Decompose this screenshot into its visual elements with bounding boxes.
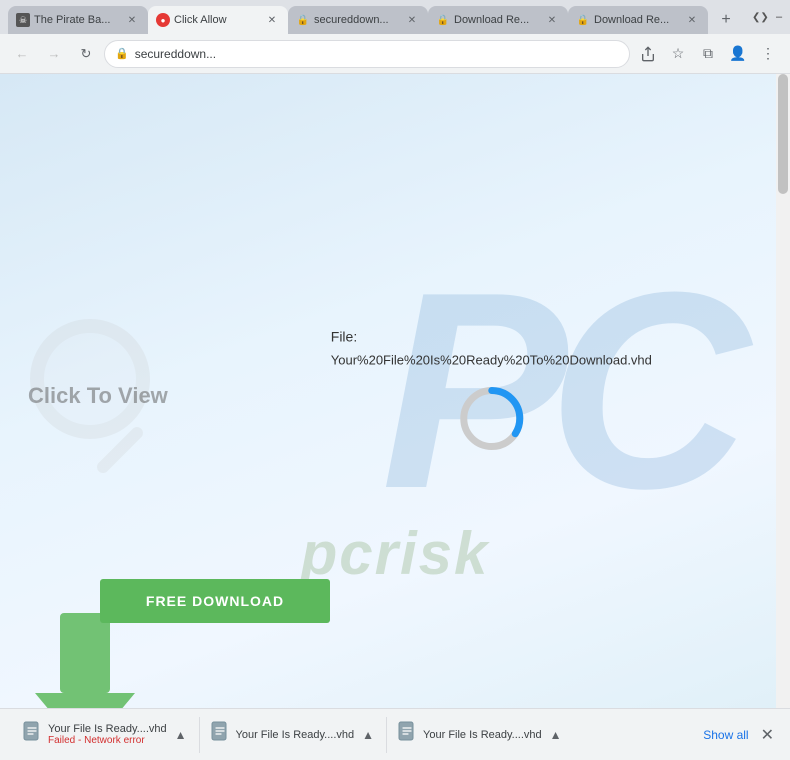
tab-favicon-dl2: 🔒 [576,13,590,27]
download-file-icon-2 [210,721,230,749]
watermark-bottom-pcrisk: pcrisk [0,519,790,588]
tab-favicon-red: ● [156,13,170,27]
tab-secured[interactable]: 🔒 secureddown... ✕ [288,6,428,34]
forward-button[interactable]: → [40,40,68,68]
tab-close-dl1[interactable]: ✕ [544,12,560,28]
minimize-button[interactable]: – [766,8,790,26]
back-button[interactable]: ← [8,40,36,68]
title-bar: ☠ The Pirate Ba... ✕ ● Click Allow ✕ 🔒 s… [0,0,790,34]
extensions-icon[interactable]: ⧉ [694,40,722,68]
tab-favicon-dl1: 🔒 [436,13,450,27]
arrow-head [35,693,135,708]
file-info-area: File: Your%20File%20Is%20Ready%20To%20Do… [331,329,652,454]
download-item-1: Your File Is Ready....vhd Failed - Netwo… [12,717,200,753]
download-expand-2[interactable]: ▲ [360,726,376,744]
tab-favicon-secured: 🔒 [296,13,310,27]
arrow-body [60,613,110,693]
download-bar: Your File Is Ready....vhd Failed - Netwo… [0,708,790,760]
show-all-button[interactable]: Show all [695,728,756,742]
tab-close-dl2[interactable]: ✕ [684,12,700,28]
download-expand-1[interactable]: ▲ [173,726,189,744]
url-bar[interactable]: 🔒 secureddown... [104,40,630,68]
scrollbar[interactable] [776,74,790,708]
bookmark-icon[interactable]: ☆ [664,40,692,68]
free-download-button[interactable]: FREE DOWNLOAD [100,579,330,623]
tab-download2[interactable]: 🔒 Download Re... ✕ [568,6,708,34]
download-item-info-2: Your File Is Ready....vhd [236,729,355,741]
click-to-view-text: Click To View [28,383,168,409]
file-name: Your%20File%20Is%20Ready%20To%20Download… [331,353,652,368]
download-file-icon-1 [22,721,42,749]
download-item-info-1: Your File Is Ready....vhd Failed - Netwo… [48,723,167,746]
lock-icon: 🔒 [115,47,129,60]
profile-icon[interactable]: 👤 [724,40,752,68]
reload-button[interactable]: ↻ [72,40,100,68]
tab-close-click-allow[interactable]: ✕ [264,12,280,28]
magnifier-handle [95,425,146,476]
download-item-2: Your File Is Ready....vhd ▲ [200,717,388,753]
download-item-info-3: Your File Is Ready....vhd [423,729,542,741]
tab-pirate-bay[interactable]: ☠ The Pirate Ba... ✕ [8,6,148,34]
tab-label-click-allow: Click Allow [174,14,260,26]
new-tab-button[interactable]: + [712,6,740,34]
download-item-3: Your File Is Ready....vhd ▲ [387,717,574,753]
page-content: PC pcrisk Click To View File: Your%20Fil… [0,74,790,708]
tab-label-dl1: Download Re... [454,14,540,26]
tabs-area: ☠ The Pirate Ba... ✕ ● Click Allow ✕ 🔒 s… [8,0,740,34]
menu-icon[interactable]: ⋮ [754,40,782,68]
toolbar-icons: ☆ ⧉ 👤 ⋮ [634,40,782,68]
tab-close-pirate[interactable]: ✕ [124,12,140,28]
tab-click-allow[interactable]: ● Click Allow ✕ [148,6,288,34]
scrollbar-thumb[interactable] [778,74,788,194]
watermark-magnifier [30,319,150,439]
tab-download1[interactable]: 🔒 Download Re... ✕ [428,6,568,34]
download-item-name-3: Your File Is Ready....vhd [423,729,542,741]
loading-spinner [456,384,526,454]
collapse-icon[interactable]: ❮❯ [748,10,762,24]
tab-close-secured[interactable]: ✕ [404,12,420,28]
download-file-icon-3 [397,721,417,749]
tab-label-dl2: Download Re... [594,14,680,26]
url-text: secureddown... [135,47,619,61]
browser-window: ☠ The Pirate Ba... ✕ ● Click Allow ✕ 🔒 s… [0,0,790,760]
tab-label-secured: secureddown... [314,14,400,26]
download-item-status-1: Failed - Network error [48,735,167,746]
spinner-container [456,384,526,454]
download-expand-3[interactable]: ▲ [548,726,564,744]
close-download-bar-button[interactable]: ✕ [757,721,778,749]
tab-favicon-pirate: ☠ [16,13,30,27]
download-item-name-2: Your File Is Ready....vhd [236,729,355,741]
address-bar: ← → ↻ 🔒 secureddown... ☆ ⧉ 👤 ⋮ [0,34,790,74]
download-item-name-1: Your File Is Ready....vhd [48,723,167,735]
share-icon[interactable] [634,40,662,68]
tab-label-pirate: The Pirate Ba... [34,14,120,26]
magnifier-circle [30,319,150,439]
file-label: File: [331,329,357,345]
window-controls: ❮❯ – □ ✕ [748,8,790,26]
